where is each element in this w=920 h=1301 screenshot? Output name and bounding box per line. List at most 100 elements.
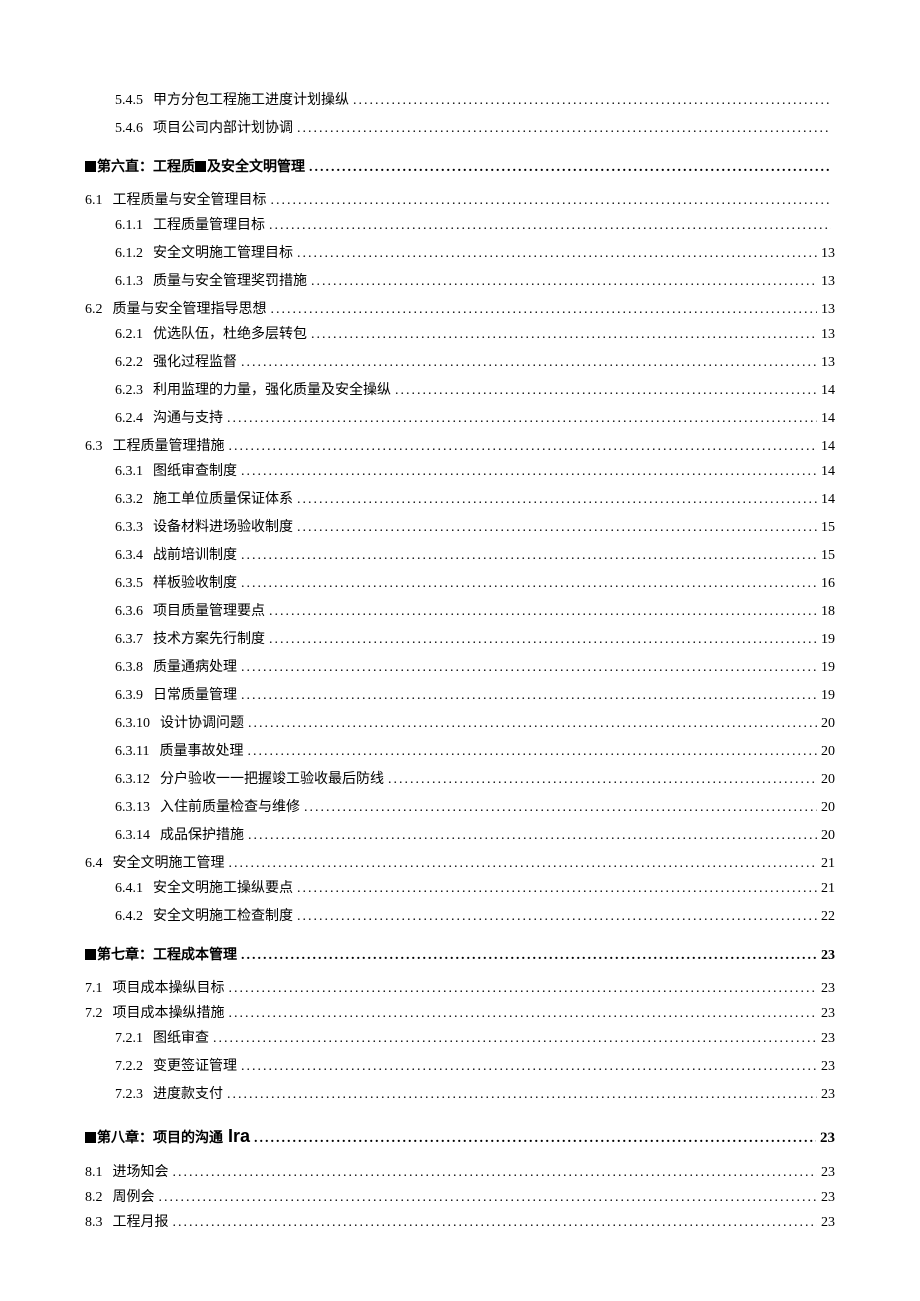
toc-entry: 8.1进场知会23: [85, 1162, 835, 1183]
toc-title: 项目质量管理要点: [153, 601, 265, 622]
toc-leader-dots: [229, 1003, 818, 1024]
toc-title: 项目公司内部计划协调: [153, 118, 293, 139]
square-marker-icon: [195, 161, 206, 172]
toc-title: 入住前质量检查与维修: [160, 797, 300, 818]
toc-page-number: 14: [821, 380, 835, 401]
toc-leader-dots: [159, 1187, 818, 1208]
toc-leader-dots: [269, 215, 831, 236]
toc-page-number: 23: [821, 978, 835, 999]
toc-page-number: 16: [821, 573, 835, 594]
toc-entry: 6.2.4沟通与支持14: [85, 408, 835, 429]
toc-entry: 第七章：工程成本管理23: [85, 945, 835, 966]
toc-page-number: 23: [821, 1056, 835, 1077]
toc-page-number: 19: [821, 657, 835, 678]
toc-entry: 7.2.1图纸审查23: [85, 1028, 835, 1049]
toc-leader-dots: [297, 489, 817, 510]
toc-leader-dots: [388, 769, 817, 790]
toc-title: 第六直：工程质: [97, 157, 195, 178]
toc-leader-dots: [227, 1084, 817, 1105]
toc-leader-dots: [309, 157, 831, 178]
toc-page-number: 14: [821, 436, 835, 457]
toc-leader-dots: [229, 978, 818, 999]
toc-title: 项目成本操纵目标: [113, 978, 225, 999]
toc-entry: 6.3工程质量管理措施14: [85, 436, 835, 457]
toc-leader-dots: [229, 853, 818, 874]
toc-page-number: 23: [820, 1127, 835, 1150]
toc-page-number: 21: [821, 878, 835, 899]
toc-number: 6.4: [85, 853, 103, 874]
toc-title: 安全文明施工管理: [113, 853, 225, 874]
toc-leader-dots: [241, 545, 817, 566]
toc-number: 6.2.4: [115, 408, 143, 429]
square-marker-icon: [85, 1132, 96, 1143]
toc-leader-dots: [297, 517, 817, 538]
toc-leader-dots: [311, 324, 817, 345]
toc-title: 质量通病处理: [153, 657, 237, 678]
toc-number: 6.3.13: [115, 797, 150, 818]
toc-title: 施工单位质量保证体系: [153, 489, 293, 510]
toc-title: 战前培训制度: [153, 545, 237, 566]
toc-entry: 6.3.1图纸审查制度14: [85, 461, 835, 482]
toc-title: 安全文明施工管理目标: [153, 243, 293, 264]
toc-title: 进场知会: [113, 1162, 169, 1183]
toc-entry: 7.1 项目成本操纵目标 23: [85, 978, 835, 999]
toc-number: 6.4.1: [115, 878, 143, 899]
toc-title: 日常质量管理: [153, 685, 237, 706]
toc-title: 设备材料进场验收制度: [153, 517, 293, 538]
toc-entry: 6.3.11质量事故处理20: [85, 741, 835, 762]
toc-title: 沟通与支持: [153, 408, 223, 429]
toc-page-number: 20: [821, 769, 835, 790]
toc-number: 6.3.1: [115, 461, 143, 482]
toc-number: 6.3.2: [115, 489, 143, 510]
toc-leader-dots: [269, 601, 817, 622]
toc-leader-dots: [241, 685, 817, 706]
toc-leader-dots: [241, 573, 817, 594]
toc-entry: 6.3.3设备材料进场验收制度15: [85, 517, 835, 538]
toc-title: 第七章：工程成本管理: [97, 945, 237, 966]
toc-leader-dots: [395, 380, 817, 401]
toc-number: 7.2.1: [115, 1028, 143, 1049]
toc-page-number: 20: [821, 825, 835, 846]
toc-leader-dots: [247, 741, 817, 762]
toc-title: 利用监理的力量，强化质量及安全操纵: [153, 380, 391, 401]
toc-entry: 6.4安全文明施工管理21: [85, 853, 835, 874]
toc-number: 6.1: [85, 190, 103, 211]
toc-title: 质量与安全管理指导思想: [113, 299, 267, 320]
toc-leader-dots: [241, 1056, 817, 1077]
toc-page-number: 15: [821, 517, 835, 538]
toc-number: 6.3.4: [115, 545, 143, 566]
toc-title: 工程质量与安全管理目标: [113, 190, 267, 211]
toc-number: 6.3.12: [115, 769, 150, 790]
toc-number: 6.1.1: [115, 215, 143, 236]
toc-leader-dots: [311, 271, 817, 292]
toc-entry: 第八章：项目的沟通 Ira23: [85, 1123, 835, 1150]
toc-number: 6.3: [85, 436, 103, 457]
toc-title: 图纸审查: [153, 1028, 209, 1049]
toc-title: 优选队伍，杜绝多层转包: [153, 324, 307, 345]
toc-title: 及安全文明管理: [207, 157, 305, 178]
toc-entry: 6.3.8质量通病处理19: [85, 657, 835, 678]
toc-entry: 第六直：工程质及安全文明管理: [85, 157, 835, 178]
toc-number: 6.3.11: [115, 741, 149, 762]
toc-number: 7.1: [85, 978, 103, 999]
toc-leader-dots: [297, 243, 817, 264]
toc-title: 质量与安全管理奖罚措施: [153, 271, 307, 292]
toc-title: 工程月报: [113, 1212, 169, 1233]
toc-number: 8.2: [85, 1187, 103, 1208]
toc-leader-dots: [173, 1162, 818, 1183]
toc-entry: 6.2.2强化过程监督13: [85, 352, 835, 373]
toc-page-number: 19: [821, 629, 835, 650]
toc-entry: 6.3.5样板验收制度16: [85, 573, 835, 594]
toc-entry: 6.3.7技术方案先行制度19: [85, 629, 835, 650]
toc-number: 7.2.2: [115, 1056, 143, 1077]
toc-number: 7.2.3: [115, 1084, 143, 1105]
toc-page-number: 13: [821, 352, 835, 373]
toc-leader-dots: [271, 299, 818, 320]
toc-title: 成品保护措施: [160, 825, 244, 846]
square-marker-icon: [85, 949, 96, 960]
toc-number: 7.2: [85, 1003, 103, 1024]
toc-leader-dots: [304, 797, 817, 818]
toc-title: 进度款支付: [153, 1084, 223, 1105]
toc-leader-dots: [229, 436, 818, 457]
toc-leader-dots: [248, 713, 817, 734]
